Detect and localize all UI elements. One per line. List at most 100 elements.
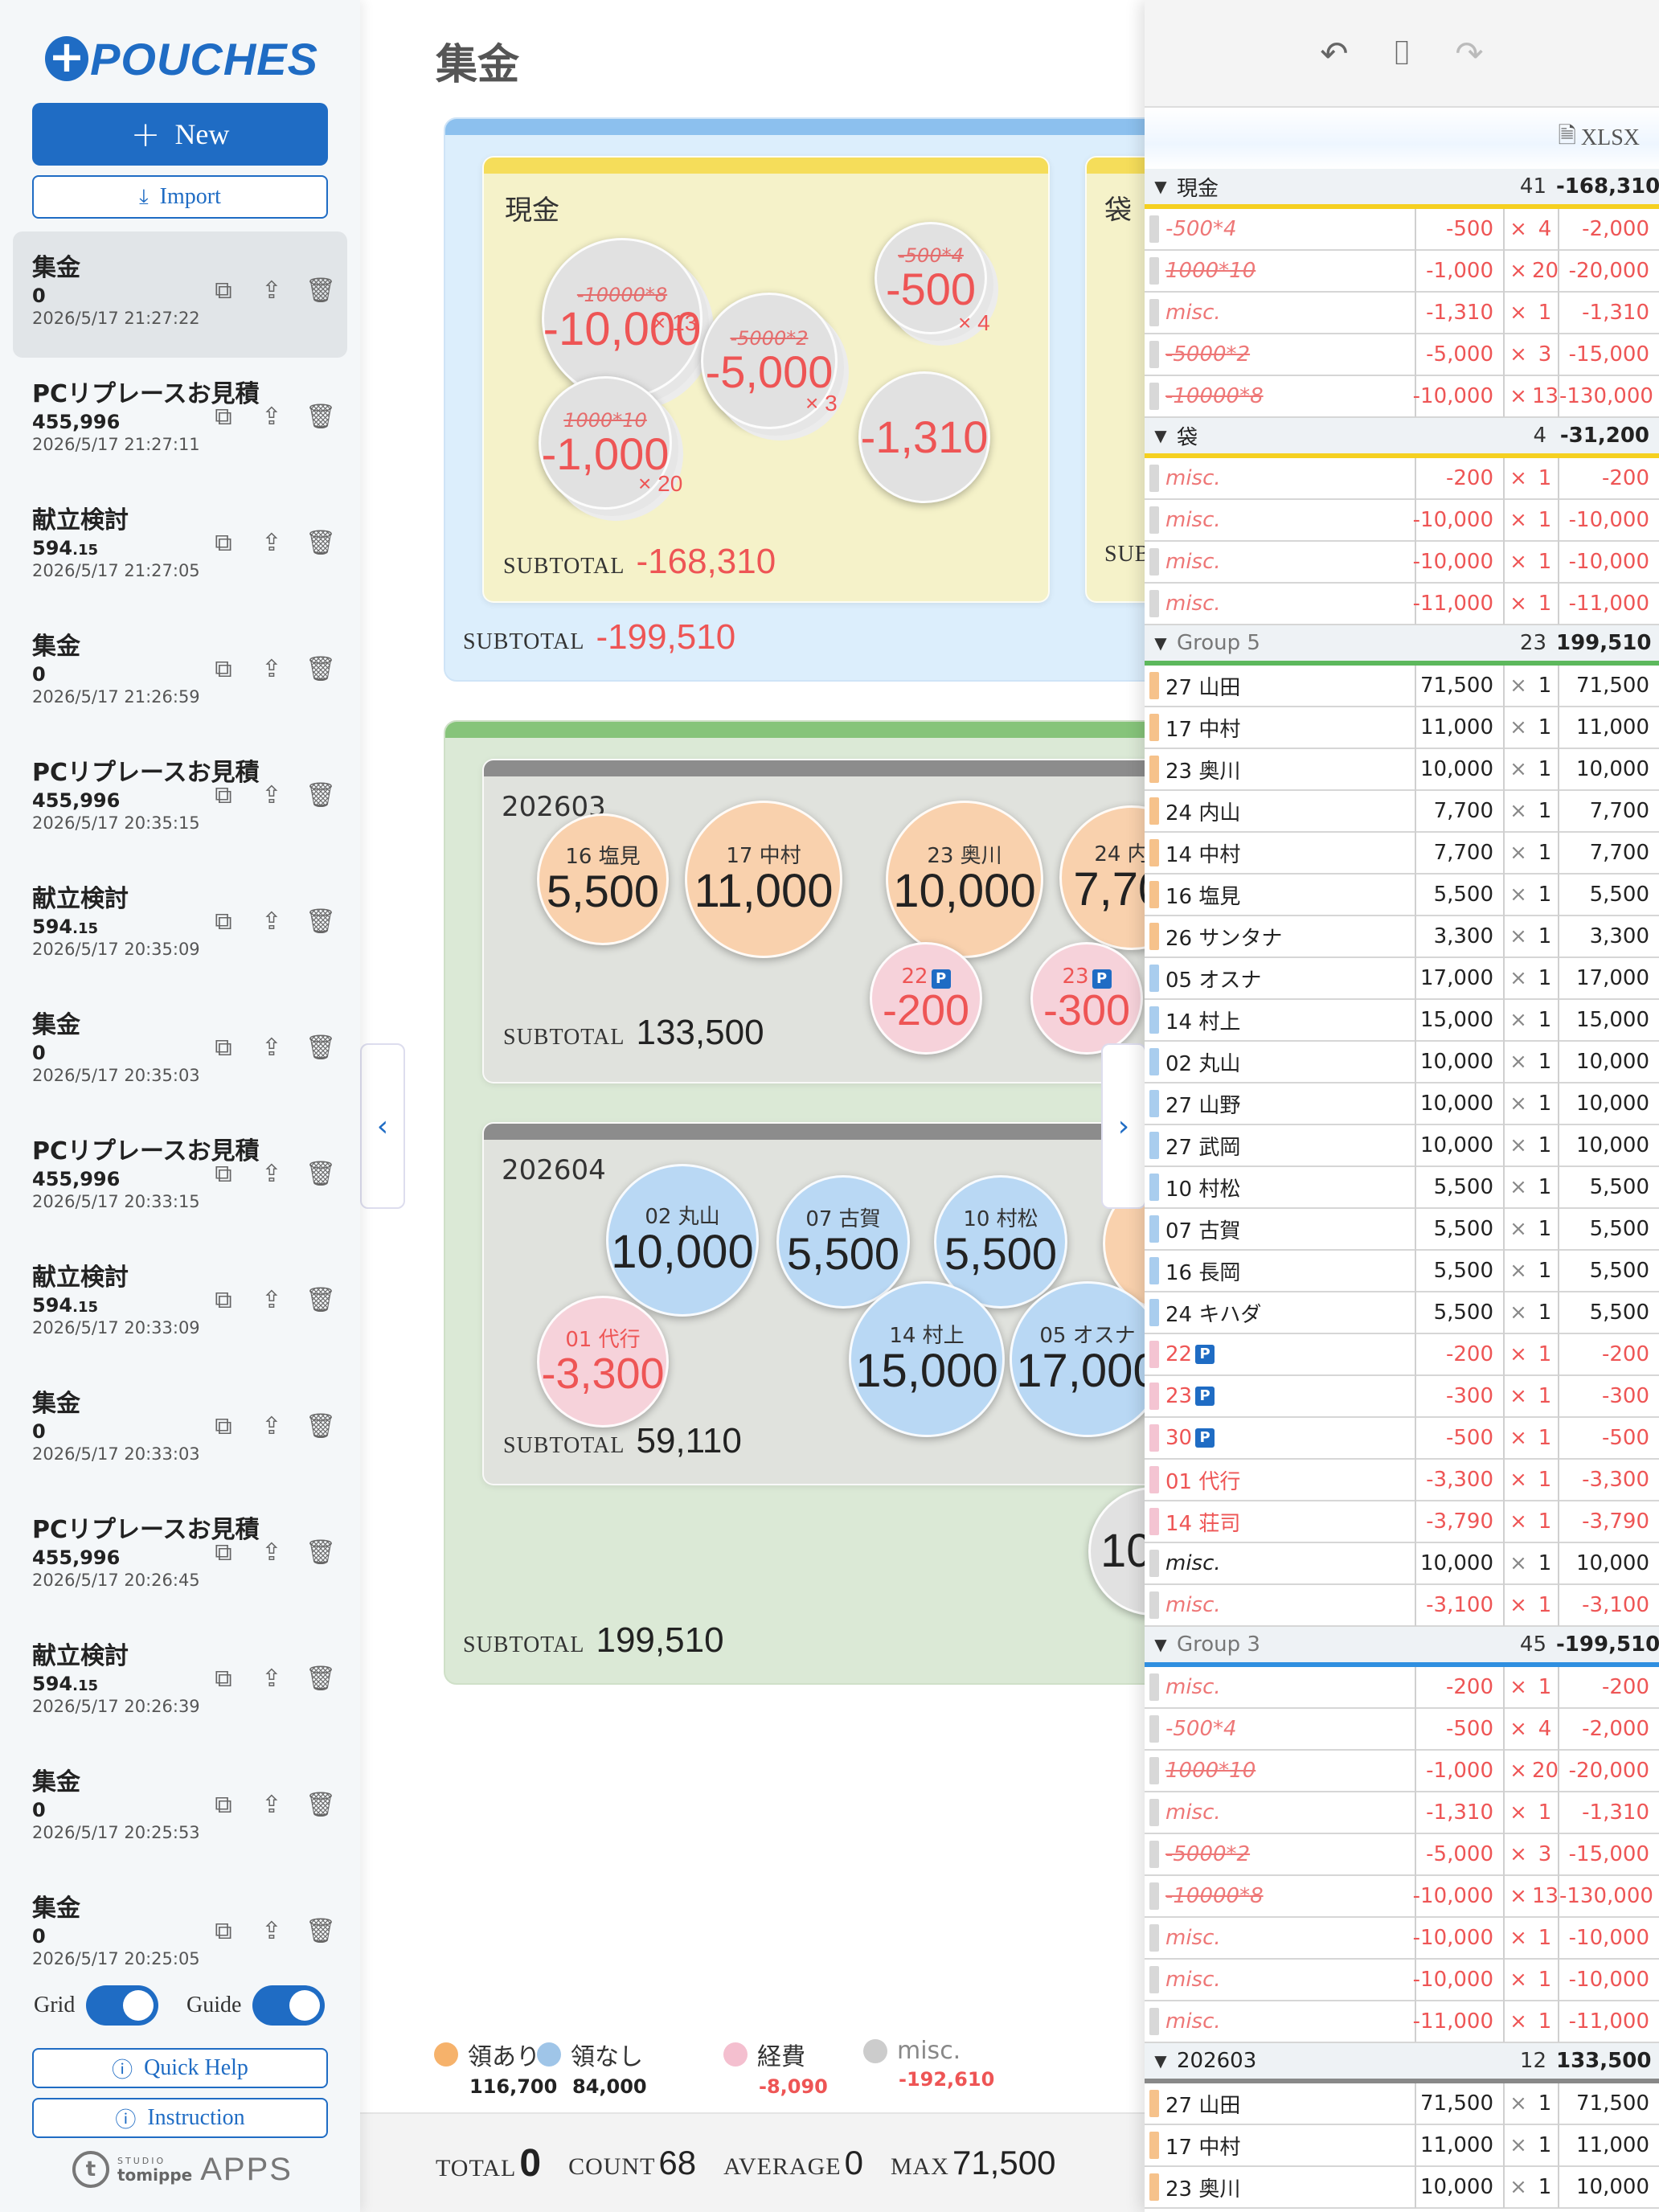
table-row[interactable]: 24 内山 7,700 × 1 7,700 <box>1145 790 1659 833</box>
undo-icon[interactable]: ↶ <box>1317 34 1352 73</box>
table-row[interactable]: 27 山野 10,000 × 1 10,000 <box>1145 1083 1659 1125</box>
file-item[interactable]: 集金 0 2026/5/17 20:35:03 ⧉ ⇪ 🗑 <box>13 989 347 1115</box>
copy-icon[interactable]: ⧉ <box>209 1665 238 1693</box>
pouch-genkin[interactable]: 現金 -10000*8 -10,000 × 13 -500*4 -500 × 4… <box>482 156 1050 603</box>
caret-down-icon[interactable]: ▼ <box>1145 177 1177 196</box>
trash-icon[interactable]: 🗑 <box>305 1665 336 1693</box>
coin-1310[interactable]: -1,310 <box>858 371 990 503</box>
trash-icon[interactable]: 🗑 <box>305 1286 336 1314</box>
table-group-header[interactable]: ▼ Group 3 45 -199,510 <box>1145 1627 1659 1667</box>
table-row[interactable]: 23 P -300 × 1 -300 <box>1145 1375 1659 1418</box>
table-row[interactable]: misc. -3,100 × 1 -3,100 <box>1145 1584 1659 1627</box>
table-row[interactable]: misc. -200 × 1 -200 <box>1145 1666 1659 1709</box>
copy-icon[interactable]: ⧉ <box>209 276 238 305</box>
coin-koga[interactable]: 07 古賀 5,500 <box>776 1175 910 1309</box>
new-button[interactable]: + New <box>32 103 328 166</box>
trash-icon[interactable]: 🗑 <box>305 1034 336 1062</box>
coin-okugawa[interactable]: 23 奥川 10,000 <box>886 801 1043 958</box>
share-icon[interactable]: ⇪ <box>257 403 286 431</box>
table-row[interactable]: 07 古賀 5,500 × 1 5,500 <box>1145 1208 1659 1251</box>
table-row[interactable]: 16 長岡 5,500 × 1 5,500 <box>1145 1250 1659 1292</box>
share-icon[interactable]: ⇪ <box>257 1034 286 1062</box>
table-row[interactable]: 05 オスナ 17,000 × 1 17,000 <box>1145 957 1659 1000</box>
table-row[interactable]: 17 中村 11,000 × 1 11,000 <box>1145 2124 1659 2167</box>
table-row[interactable]: -500*4 -500 × 4 -2,000 <box>1145 208 1659 251</box>
share-icon[interactable]: ⇪ <box>257 1412 286 1440</box>
caret-down-icon[interactable]: ▼ <box>1145 1635 1177 1654</box>
table-row[interactable]: misc. -11,000 × 1 -11,000 <box>1145 583 1659 625</box>
file-item[interactable]: PCリプレースお見積 455,996 2026/5/17 20:33:15 ⧉ ⇪ 🗑 <box>13 1115 347 1241</box>
table-row[interactable]: misc. -11,000 × 1 -11,000 <box>1145 2001 1659 2043</box>
copy-icon[interactable]: ⧉ <box>209 1034 238 1062</box>
coin-parking-23[interactable]: 23 P -300 <box>1030 942 1143 1055</box>
copy-icon[interactable]: ⧉ <box>209 1791 238 1819</box>
table-row[interactable]: 26 サンタナ 3,300 × 1 3,300 <box>1145 916 1659 958</box>
xlsx-export-button[interactable]: 🗎 XLSX <box>1145 108 1659 169</box>
share-icon[interactable]: ⇪ <box>257 1917 286 1945</box>
quick-help-button[interactable]: ⓘ Quick Help <box>32 2048 328 2088</box>
group-green[interactable]: 202603 16 塩見 5,500 17 中村 11,000 23 奥川 10… <box>444 720 1167 1685</box>
table-row[interactable]: 23 奥川 10,000 × 1 10,000 <box>1145 2166 1659 2209</box>
caret-down-icon[interactable]: ▼ <box>1145 2051 1177 2071</box>
trash-icon[interactable]: 🗑 <box>305 1538 336 1567</box>
table-row[interactable]: misc. -1,310 × 1 -1,310 <box>1145 1792 1659 1834</box>
expand-panel-handle[interactable]: › <box>1101 1043 1146 1209</box>
copy-icon[interactable]: ⧉ <box>209 403 238 431</box>
coin-maruyama[interactable]: 02 丸山 10,000 <box>606 1164 759 1317</box>
table-row[interactable]: 14 村上 15,000 × 1 15,000 <box>1145 999 1659 1042</box>
table-row[interactable]: 22 P -200 × 1 -200 <box>1145 1333 1659 1376</box>
instruction-button[interactable]: ⓘ Instruction <box>32 2098 328 2138</box>
share-icon[interactable]: ⇪ <box>257 529 286 557</box>
copy-icon[interactable]: ⧉ <box>209 1917 238 1945</box>
file-item[interactable]: 集金 0 2026/5/17 20:33:03 ⧉ ⇪ 🗑 <box>13 1367 347 1493</box>
table-row[interactable]: misc. -10,000 × 1 -10,000 <box>1145 1959 1659 2001</box>
table-row[interactable]: 14 中村 7,700 × 1 7,700 <box>1145 832 1659 875</box>
table-group-header[interactable]: ▼ 現金 41 -168,310 <box>1145 169 1659 209</box>
file-item[interactable]: 献立検討 594.15 2026/5/17 20:35:09 ⧉ ⇪ 🗑 <box>13 862 347 989</box>
pouch-202604[interactable]: 202604 02 丸山 10,000 07 古賀 5,500 10 村松 5,… <box>482 1122 1165 1485</box>
table-row[interactable]: 16 塩見 5,500 × 1 5,500 <box>1145 874 1659 916</box>
group-top[interactable]: 現金 -10000*8 -10,000 × 13 -500*4 -500 × 4… <box>444 117 1167 682</box>
file-item[interactable]: PCリプレースお見積 455,996 2026/5/17 21:27:11 ⧉ ⇪ 🗑 <box>13 358 347 484</box>
trash-icon[interactable]: 🗑 <box>305 276 336 305</box>
file-item[interactable]: 集金 0 2026/5/17 21:27:22 ⧉ ⇪ 🗑 <box>13 231 347 358</box>
redo-icon[interactable]: ↷ <box>1452 34 1487 73</box>
file-item[interactable]: PCリプレースお見積 455,996 2026/5/17 20:26:45 ⧉ ⇪ 🗑 <box>13 1493 347 1620</box>
table-row[interactable]: 24 キハダ 5,500 × 1 5,500 <box>1145 1292 1659 1334</box>
grid-toggle[interactable] <box>86 1985 159 2026</box>
copy-icon[interactable]: ⧉ <box>209 1160 238 1188</box>
table-group-header[interactable]: ▼ 袋 4 -31,200 <box>1145 418 1659 458</box>
camera-icon[interactable]: ⌷ <box>1384 33 1419 73</box>
copy-icon[interactable]: ⧉ <box>209 529 238 557</box>
file-item[interactable]: 集金 0 2026/5/17 21:26:59 ⧉ ⇪ 🗑 <box>13 610 347 736</box>
trash-icon[interactable]: 🗑 <box>305 1412 336 1440</box>
collapse-sidebar-handle[interactable]: ‹ <box>360 1043 405 1209</box>
table-row[interactable]: -5000*2 -5,000 × 3 -15,000 <box>1145 1833 1659 1876</box>
copy-icon[interactable]: ⧉ <box>209 1412 238 1440</box>
table-row[interactable]: 10 村松 5,500 × 1 5,500 <box>1145 1166 1659 1209</box>
table-row[interactable]: 23 奥川 10,000 × 1 10,000 <box>1145 748 1659 791</box>
table-row[interactable]: misc. -10,000 × 1 -10,000 <box>1145 499 1659 542</box>
file-item[interactable]: 献立検討 594.15 2026/5/17 20:26:39 ⧉ ⇪ 🗑 <box>13 1620 347 1746</box>
share-icon[interactable]: ⇪ <box>257 1791 286 1819</box>
table-row[interactable]: -10000*8 -10,000 × 13 -130,000 <box>1145 375 1659 418</box>
trash-icon[interactable]: 🗑 <box>305 655 336 683</box>
table-row[interactable]: misc. -10,000 × 1 -10,000 <box>1145 1917 1659 1960</box>
copy-icon[interactable]: ⧉ <box>209 655 238 683</box>
table-row[interactable]: misc. 10,000 × 1 10,000 <box>1145 1542 1659 1585</box>
table-row[interactable]: -500*4 -500 × 4 -2,000 <box>1145 1708 1659 1751</box>
coin-nakamura[interactable]: 17 中村 11,000 <box>685 801 842 958</box>
trash-icon[interactable]: 🗑 <box>305 1917 336 1945</box>
file-item[interactable]: 集金 0 2026/5/17 20:25:05 ⧉ ⇪ 🗑 <box>13 1872 347 1998</box>
file-item[interactable]: 献立検討 594.15 2026/5/17 21:27:05 ⧉ ⇪ 🗑 <box>13 484 347 610</box>
trash-icon[interactable]: 🗑 <box>305 907 336 936</box>
table-row[interactable]: 1000*10 -1,000 × 20 -20,000 <box>1145 1750 1659 1792</box>
coin-murakami[interactable]: 14 村上 15,000 <box>849 1281 1005 1437</box>
file-item[interactable]: PCリプレースお見積 455,996 2026/5/17 20:35:15 ⧉ ⇪ 🗑 <box>13 736 347 862</box>
table-row[interactable]: 30 P -500 × 1 -500 <box>1145 1417 1659 1460</box>
trash-icon[interactable]: 🗑 <box>305 1160 336 1188</box>
coin-shiomi[interactable]: 16 塩見 5,500 <box>537 813 669 945</box>
trash-icon[interactable]: 🗑 <box>305 529 336 557</box>
table-row[interactable]: 27 山田 71,500 × 1 71,500 <box>1145 2083 1659 2125</box>
table-row[interactable]: misc. -10,000 × 1 -10,000 <box>1145 541 1659 584</box>
